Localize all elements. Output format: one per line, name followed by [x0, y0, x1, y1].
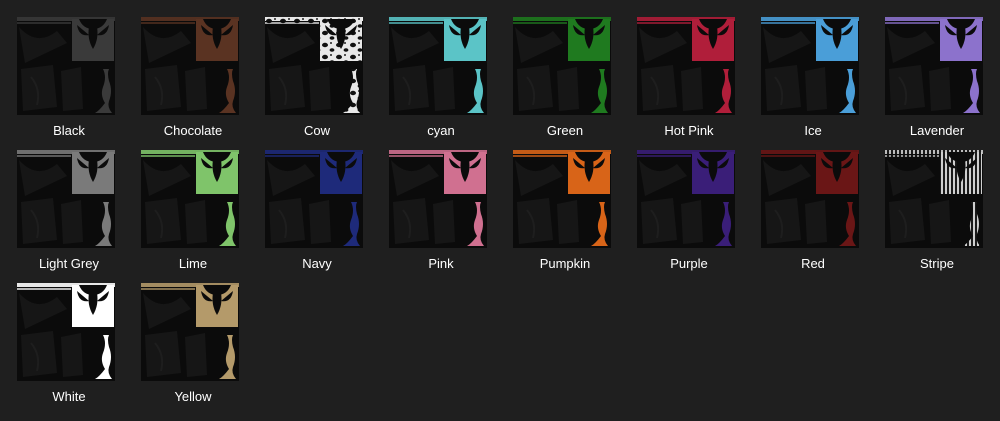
texture-label: Pink — [428, 256, 454, 271]
texture-thumbnail — [141, 17, 239, 115]
uv-texture-map — [141, 150, 239, 248]
uv-texture-map — [513, 150, 611, 248]
texture-item-yellow[interactable]: Yellow — [131, 283, 255, 416]
texture-label: Ice — [804, 123, 822, 138]
texture-item-purple[interactable]: Purple — [627, 150, 751, 283]
texture-thumbnail — [513, 150, 611, 248]
texture-thumbnail — [637, 150, 735, 248]
texture-thumbnail — [17, 283, 115, 381]
texture-thumbnail — [17, 17, 115, 115]
uv-texture-map — [761, 17, 859, 115]
texture-thumbnail — [141, 283, 239, 381]
texture-thumbnail — [17, 150, 115, 248]
texture-item-ice[interactable]: Ice — [751, 17, 875, 150]
uv-texture-map — [389, 17, 487, 115]
uv-texture-map — [265, 17, 363, 115]
texture-thumbnail — [265, 17, 363, 115]
texture-thumbnail — [761, 150, 859, 248]
texture-item-lime[interactable]: Lime — [131, 150, 255, 283]
uv-texture-map — [761, 150, 859, 248]
uv-texture-map — [141, 283, 239, 381]
uv-texture-map — [637, 150, 735, 248]
texture-label: Lavender — [909, 123, 965, 138]
texture-thumbnail — [141, 150, 239, 248]
texture-item-stripe[interactable]: Stripe — [875, 150, 999, 283]
texture-thumbnail — [513, 17, 611, 115]
texture-thumbnail — [389, 150, 487, 248]
uv-texture-map — [17, 283, 115, 381]
texture-label: Light Grey — [39, 256, 99, 271]
uv-texture-map — [389, 150, 487, 248]
texture-label: Red — [801, 256, 825, 271]
texture-thumbnail — [637, 17, 735, 115]
texture-label: White — [52, 389, 86, 404]
texture-grid: Black Chocolate Cow cyan Green Hot Pink … — [7, 17, 999, 416]
texture-item-pink[interactable]: Pink — [379, 150, 503, 283]
texture-label: Yellow — [174, 389, 212, 404]
texture-item-white[interactable]: White — [7, 283, 131, 416]
texture-label: Pumpkin — [539, 256, 591, 271]
texture-item-pumpkin[interactable]: Pumpkin — [503, 150, 627, 283]
texture-thumbnail — [389, 17, 487, 115]
uv-texture-map — [17, 17, 115, 115]
texture-item-navy[interactable]: Navy — [255, 150, 379, 283]
texture-thumbnail — [885, 17, 983, 115]
texture-item-lavender[interactable]: Lavender — [875, 17, 999, 150]
texture-item-light-grey[interactable]: Light Grey — [7, 150, 131, 283]
texture-item-hot-pink[interactable]: Hot Pink — [627, 17, 751, 150]
texture-label: Hot Pink — [664, 123, 714, 138]
texture-label: Navy — [302, 256, 332, 271]
texture-label: Purple — [670, 256, 708, 271]
uv-texture-map — [141, 17, 239, 115]
uv-texture-map — [885, 150, 983, 248]
uv-texture-map — [265, 150, 363, 248]
texture-item-red[interactable]: Red — [751, 150, 875, 283]
texture-label: Green — [546, 123, 584, 138]
texture-thumbnail — [265, 150, 363, 248]
texture-label: Cow — [303, 123, 330, 138]
texture-label: Lime — [178, 256, 208, 271]
texture-thumbnail — [885, 150, 983, 248]
texture-label: Stripe — [920, 256, 954, 271]
texture-label: Black — [53, 123, 85, 138]
texture-item-cyan[interactable]: cyan — [379, 17, 503, 150]
texture-label: cyan — [427, 123, 455, 138]
uv-texture-map — [885, 17, 983, 115]
uv-texture-map — [17, 150, 115, 248]
uv-texture-map — [637, 17, 735, 115]
texture-item-green[interactable]: Green — [503, 17, 627, 150]
uv-texture-map — [513, 17, 611, 115]
texture-item-black[interactable]: Black — [7, 17, 131, 150]
texture-thumbnail — [761, 17, 859, 115]
texture-item-cow[interactable]: Cow — [255, 17, 379, 150]
texture-label: Chocolate — [163, 123, 223, 138]
texture-item-chocolate[interactable]: Chocolate — [131, 17, 255, 150]
